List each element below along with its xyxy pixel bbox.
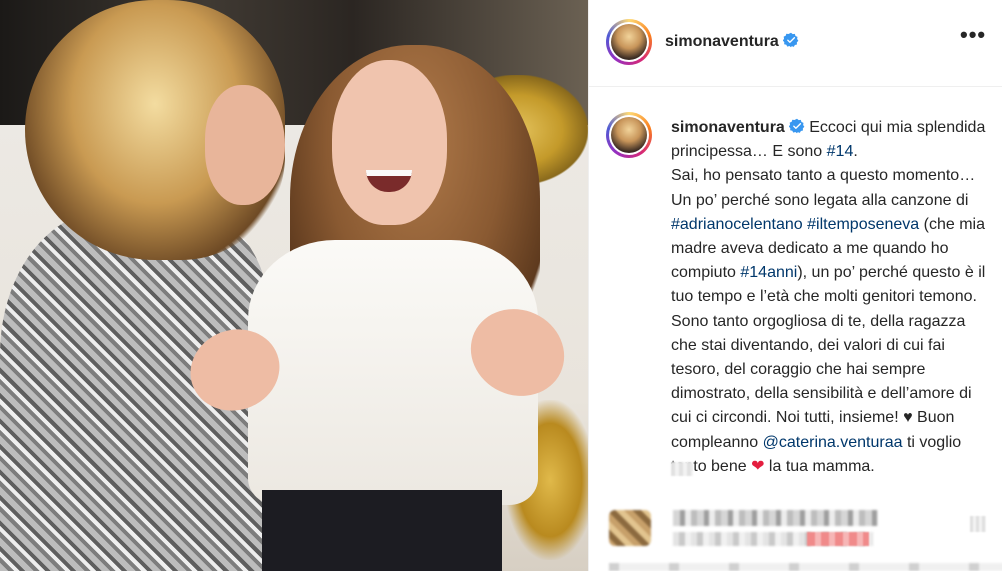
caption-segment: ), un po’ perché questo è il tuo tempo e… — [671, 264, 986, 427]
post-header: simonaventura ••• — [589, 0, 1002, 87]
blurred-comment-highlight — [807, 532, 869, 546]
caption-username[interactable]: simonaventura — [671, 119, 785, 136]
caption-avatar[interactable] — [606, 112, 652, 158]
mention-caterina-venturaa[interactable]: @caterina.venturaa — [763, 434, 903, 451]
hashtag-adrianocelentano[interactable]: #adrianocelentano — [671, 216, 803, 233]
black-heart-emoji: ♥ — [903, 409, 913, 427]
hashtag-14[interactable]: #14 — [827, 143, 854, 160]
caption-segment: la tua mamma. — [764, 457, 875, 475]
comment-like-icon[interactable] — [970, 516, 986, 532]
red-heart-emoji: ❤ — [751, 457, 765, 475]
avatar-inner — [609, 22, 649, 62]
post-photo[interactable] — [0, 0, 588, 571]
header-username-container: simonaventura — [665, 32, 799, 51]
avatar-image — [611, 24, 647, 60]
comment-avatar[interactable] — [609, 510, 651, 546]
comment-row[interactable] — [589, 506, 1002, 556]
more-options-icon[interactable]: ••• — [960, 24, 985, 52]
photo-girl-face — [332, 60, 447, 225]
photo-girl-skirt — [262, 490, 502, 571]
photo-woman-face — [205, 85, 285, 205]
hashtag-iltemposeneva[interactable]: #iltemposeneva — [807, 216, 919, 233]
post-sidebar: simonaventura ••• simonaventura Eccoci q… — [588, 0, 1002, 571]
blurred-action-bar — [609, 563, 1002, 571]
caption-text: simonaventura Eccoci qui mia splendida p… — [671, 116, 986, 479]
verified-badge-icon — [782, 32, 799, 48]
caption-area: simonaventura Eccoci qui mia splendida p… — [589, 88, 1002, 508]
caption-avatar-image — [611, 117, 647, 153]
avatar[interactable] — [606, 19, 652, 65]
blurred-comment-text — [673, 510, 878, 526]
caption-avatar-inner — [609, 115, 649, 155]
hashtag-14anni[interactable]: #14anni — [740, 264, 797, 281]
header-username[interactable]: simonaventura — [665, 33, 779, 50]
verified-badge-icon — [788, 118, 805, 134]
blurred-timestamp — [671, 462, 693, 476]
